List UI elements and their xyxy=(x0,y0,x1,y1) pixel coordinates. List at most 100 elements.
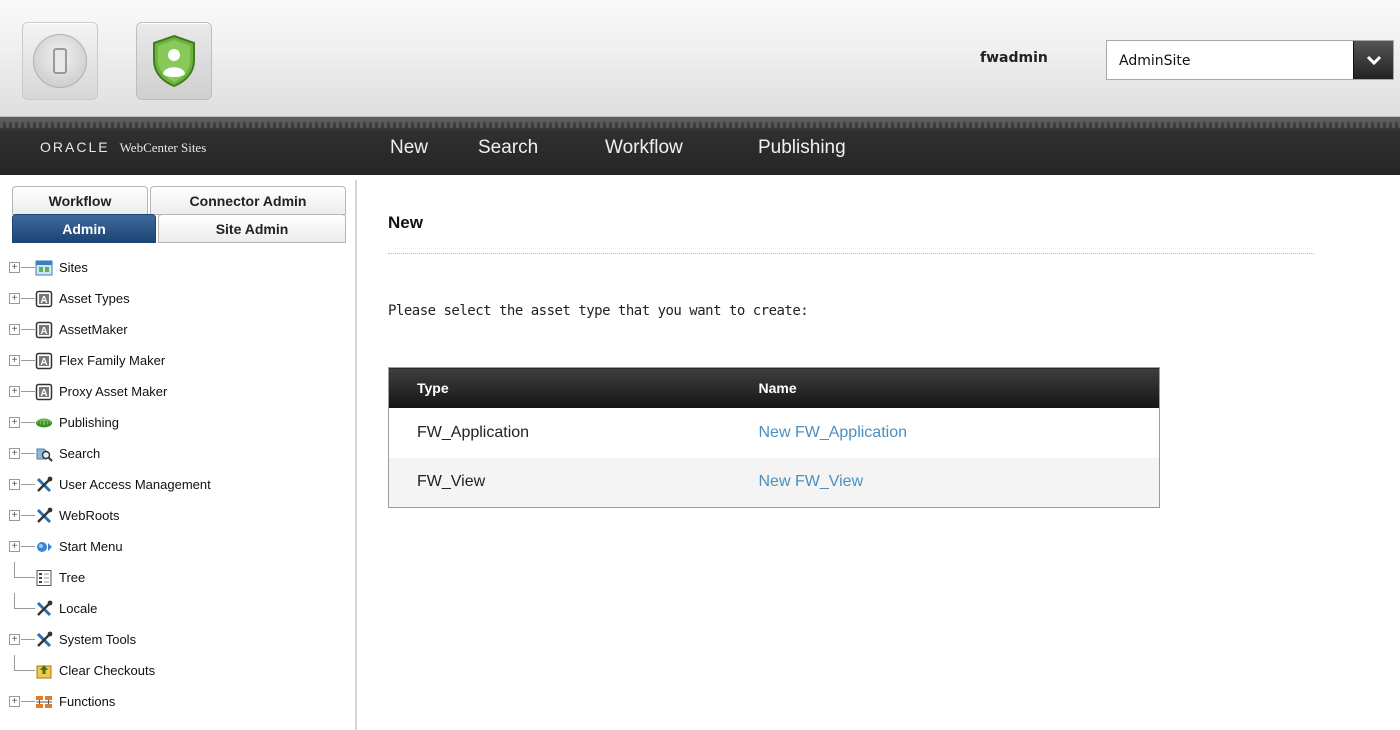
tree-item-start-menu[interactable]: + Start Menu xyxy=(7,531,355,562)
chevron-down-icon[interactable] xyxy=(1353,41,1393,79)
tree-item-system-tools[interactable]: + System Tools xyxy=(7,624,355,655)
tree-item-label: User Access Management xyxy=(59,477,211,492)
expand-icon[interactable]: + xyxy=(9,448,20,459)
tree-item-proxy-asset-maker[interactable]: + A Proxy Asset Maker xyxy=(7,376,355,407)
expand-icon[interactable]: + xyxy=(9,696,20,707)
admin-tree: + Sites + A Asset Types + A AssetMaker +… xyxy=(7,252,355,717)
tree-item-publishing[interactable]: + Publishing xyxy=(7,407,355,438)
cell-type: FW_View xyxy=(388,457,731,508)
nav-stripe xyxy=(0,122,1400,128)
expand-icon[interactable]: + xyxy=(9,324,20,335)
asset-a-icon: A xyxy=(35,383,53,400)
page-title: New xyxy=(388,213,423,232)
cell-name: New FW_View xyxy=(730,457,1160,508)
tools-icon xyxy=(36,476,53,492)
tools-icon xyxy=(36,507,53,523)
tree-item-label: Tree xyxy=(59,570,86,585)
start-menu-icon xyxy=(37,541,52,552)
tree-item-clear-checkouts[interactable]: Clear Checkouts xyxy=(7,655,355,686)
expand-icon[interactable]: + xyxy=(9,262,20,273)
tree-item-label: Asset Types xyxy=(59,291,130,306)
asset-type-table: Type Name FW_Application New FW_Applicat… xyxy=(388,367,1160,508)
tree-item-assetmaker[interactable]: + A AssetMaker xyxy=(7,314,355,345)
search-icon xyxy=(36,448,53,462)
top-header: fwadmin AdminSite xyxy=(0,0,1400,117)
tree-item-webroots[interactable]: + WebRoots xyxy=(7,500,355,531)
nav-search[interactable]: Search xyxy=(478,137,538,159)
current-username: fwadmin xyxy=(980,50,1048,66)
tools-icon xyxy=(36,600,53,616)
tree-item-label: Publishing xyxy=(59,415,119,430)
tree-item-asset-types[interactable]: + A Asset Types xyxy=(7,283,355,314)
asset-a-icon: A xyxy=(35,290,53,307)
svg-text:A: A xyxy=(40,295,47,306)
svg-text:A: A xyxy=(40,388,47,399)
tree-item-functions[interactable]: + Functions xyxy=(7,686,355,717)
main-nav-bar: ORACLE WebCenter Sites New Search Workfl… xyxy=(0,117,1400,175)
tree-item-tree[interactable]: Tree xyxy=(7,562,355,593)
tree-item-search[interactable]: + Search xyxy=(7,438,355,469)
nav-new[interactable]: New xyxy=(390,137,428,159)
tab-admin[interactable]: Admin xyxy=(12,214,156,243)
table-row: FW_View New FW_View xyxy=(388,457,1160,508)
svg-text:A: A xyxy=(40,357,47,368)
tools-icon xyxy=(36,631,53,647)
contributor-device-icon xyxy=(33,34,87,88)
expand-icon[interactable]: + xyxy=(9,293,20,304)
tree-item-label: Locale xyxy=(59,601,98,616)
contributor-app-button[interactable] xyxy=(22,22,98,100)
expand-icon[interactable]: + xyxy=(9,417,20,428)
title-divider xyxy=(388,253,1314,254)
tree-item-label: System Tools xyxy=(59,632,137,647)
tab-site-admin[interactable]: Site Admin xyxy=(158,214,346,243)
functions-icon xyxy=(36,695,52,708)
expand-icon[interactable]: + xyxy=(9,479,20,490)
nav-workflow[interactable]: Workflow xyxy=(605,137,683,159)
tree-item-label: Clear Checkouts xyxy=(59,663,156,678)
table-row: FW_Application New FW_Application xyxy=(388,407,1160,458)
tree-item-label: Functions xyxy=(59,694,116,709)
column-header-name: Name xyxy=(730,367,1160,408)
column-header-type: Type xyxy=(388,367,731,408)
svg-text:A: A xyxy=(40,326,47,337)
tree-item-label: Flex Family Maker xyxy=(59,353,166,368)
tree-item-label: Proxy Asset Maker xyxy=(59,384,168,399)
tree-item-locale[interactable]: Locale xyxy=(7,593,355,624)
tab-connector-admin[interactable]: Connector Admin xyxy=(150,186,346,215)
tab-workflow[interactable]: Workflow xyxy=(12,186,148,215)
clear-checkouts-icon xyxy=(36,664,52,678)
admin-app-button[interactable] xyxy=(136,22,212,100)
tree-item-sites[interactable]: + Sites xyxy=(7,252,355,283)
tree-item-label: Search xyxy=(59,446,101,461)
asset-a-icon: A xyxy=(35,352,53,369)
expand-icon[interactable]: + xyxy=(9,541,20,552)
instruction-text: Please select the asset type that you wa… xyxy=(388,303,809,319)
oracle-logo-text: ORACLE xyxy=(40,139,110,155)
tree-item-label: Sites xyxy=(59,260,88,275)
expand-icon[interactable]: + xyxy=(9,355,20,366)
tree-icon xyxy=(36,569,52,586)
nav-publishing[interactable]: Publishing xyxy=(758,137,846,159)
sites-icon xyxy=(35,260,53,275)
tree-item-label: Start Menu xyxy=(59,539,123,554)
tree-item-label: WebRoots xyxy=(59,508,120,523)
cell-name: New FW_Application xyxy=(730,407,1160,458)
asset-a-icon: A xyxy=(35,321,53,338)
tree-item-label: AssetMaker xyxy=(59,322,128,337)
tree-item-user-access-management[interactable]: + User Access Management xyxy=(7,469,355,500)
product-name: WebCenter Sites xyxy=(119,140,207,155)
expand-icon[interactable]: + xyxy=(9,510,20,521)
admin-left-panel: Workflow Connector Admin Admin Site Admi… xyxy=(7,180,357,730)
table-header-row: Type Name xyxy=(388,367,1160,408)
tree-item-flex-family-maker[interactable]: + A Flex Family Maker xyxy=(7,345,355,376)
brand-logo: ORACLE WebCenter Sites xyxy=(40,139,206,156)
cell-type: FW_Application xyxy=(388,407,731,458)
expand-icon[interactable]: + xyxy=(9,634,20,645)
publishing-icon xyxy=(36,418,52,427)
new-fw-application-link[interactable]: New FW_Application xyxy=(759,424,908,441)
site-selector[interactable]: AdminSite xyxy=(1106,40,1394,80)
site-selector-value: AdminSite xyxy=(1119,53,1191,69)
expand-icon[interactable]: + xyxy=(9,386,20,397)
new-fw-view-link[interactable]: New FW_View xyxy=(759,473,864,490)
admin-shield-icon xyxy=(153,34,195,88)
